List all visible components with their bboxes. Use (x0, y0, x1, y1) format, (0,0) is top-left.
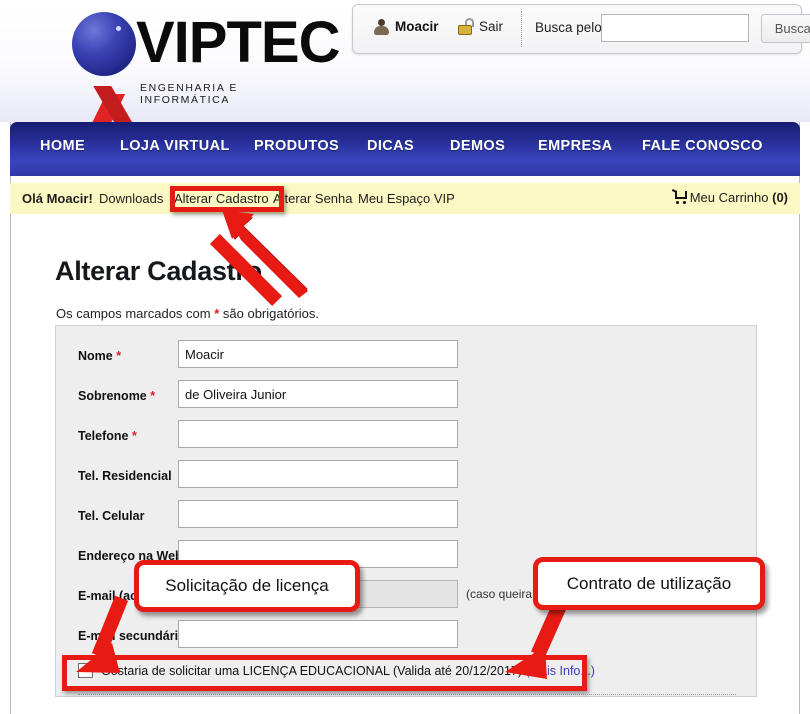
section-divider (78, 694, 736, 695)
form-row: E-mail secundário (56, 618, 758, 658)
account-bar: Moacir Sair Busca pelo site Buscar (352, 4, 810, 54)
nav-item-produtos[interactable]: PRODUTOS (254, 138, 339, 154)
required-fields-note: Os campos marcados com * são obrigatório… (56, 306, 319, 321)
lock-icon (457, 18, 474, 35)
form-row: Tel. Celular (56, 498, 758, 538)
required-note-prefix: Os campos marcados com (56, 306, 215, 321)
user-bar-item-alterar-senha[interactable]: Alterar Senha (273, 191, 353, 206)
shopping-cart-icon (671, 189, 688, 204)
callout-contrato-utilizacao: Contrato de utilização (533, 557, 765, 610)
field-label-sobrenome: Sobrenome * (78, 389, 156, 403)
nav-item-demos[interactable]: DEMOS (450, 138, 505, 154)
cart-link[interactable]: Meu Carrinho (0) (671, 189, 788, 205)
user-avatar-icon (373, 19, 389, 36)
callout-solicitacao-licenca: Solicitação de licença (134, 560, 360, 612)
search-button[interactable]: Buscar (761, 14, 810, 43)
account-divider (521, 11, 522, 47)
logo-tagline: ENGENHARIA E INFORMÁTICA (140, 82, 238, 106)
nav-item-dicas[interactable]: DICAS (367, 138, 414, 154)
user-bar: Olá Moacir! Downloads Alterar Cadastro A… (10, 183, 800, 214)
field-label-tel-residencial: Tel. Residencial (78, 469, 172, 483)
logo-wordmark: VIPTEC (136, 10, 340, 75)
field-input-nome[interactable] (178, 340, 458, 368)
field-input-sobrenome[interactable] (178, 380, 458, 408)
field-input-email-secundario[interactable] (178, 620, 458, 648)
nav-item-fale-conosco[interactable]: FALE CONOSCO (642, 138, 763, 154)
cart-label: Meu Carrinho (689, 190, 769, 205)
field-input-tel-residencial[interactable] (178, 460, 458, 488)
form-row: Nome * (56, 338, 758, 378)
logo-sphere-icon (72, 12, 136, 76)
main-navigation: HOME LOJA VIRTUAL PRODUTOS DICAS DEMOS E… (10, 122, 800, 176)
page-title: Alterar Cadastro (55, 256, 262, 286)
account-user-name: Moacir (395, 19, 439, 34)
nav-item-empresa[interactable]: EMPRESA (538, 138, 613, 154)
browser-page: VIPTEC ENGENHARIA E INFORMÁTICA Moacir S… (0, 0, 810, 714)
required-note-suffix: são obrigatórios. (219, 306, 320, 321)
form-row: Telefone * (56, 418, 758, 458)
annotation-highlight-license-row (62, 655, 587, 691)
field-label-email-secundario: E-mail secundário (78, 629, 186, 643)
form-row: Tel. Residencial (56, 458, 758, 498)
cart-count: (0) (772, 190, 788, 205)
field-label-nome: Nome * (78, 349, 122, 363)
logout-link[interactable]: Sair (479, 19, 503, 34)
user-greeting: Olá Moacir! (22, 191, 93, 206)
registration-form-panel: Nome * Sobrenome * Telefone * Tel. Resid… (55, 325, 757, 697)
form-row: Sobrenome * (56, 378, 758, 418)
field-label-telefone: Telefone * (78, 429, 137, 443)
nav-item-home[interactable]: HOME (40, 138, 85, 154)
annotation-highlight-alterar-cadastro (170, 186, 284, 212)
search-input[interactable] (601, 14, 749, 42)
site-logo[interactable]: VIPTEC ENGENHARIA E INFORMÁTICA (30, 6, 340, 158)
user-bar-item-downloads[interactable]: Downloads (99, 191, 163, 206)
field-input-telefone[interactable] (178, 420, 458, 448)
user-bar-item-meu-espaco-vip[interactable]: Meu Espaço VIP (358, 191, 455, 206)
callout-text: Solicitação de licença (165, 576, 329, 595)
field-label-tel-celular: Tel. Celular (78, 509, 145, 523)
callout-text: Contrato de utilização (566, 573, 732, 593)
site-header: VIPTEC ENGENHARIA E INFORMÁTICA Moacir S… (0, 0, 810, 158)
main-content: Alterar Cadastro Os campos marcados com … (11, 214, 799, 714)
nav-item-loja-virtual[interactable]: LOJA VIRTUAL (120, 138, 230, 154)
field-input-tel-celular[interactable] (178, 500, 458, 528)
